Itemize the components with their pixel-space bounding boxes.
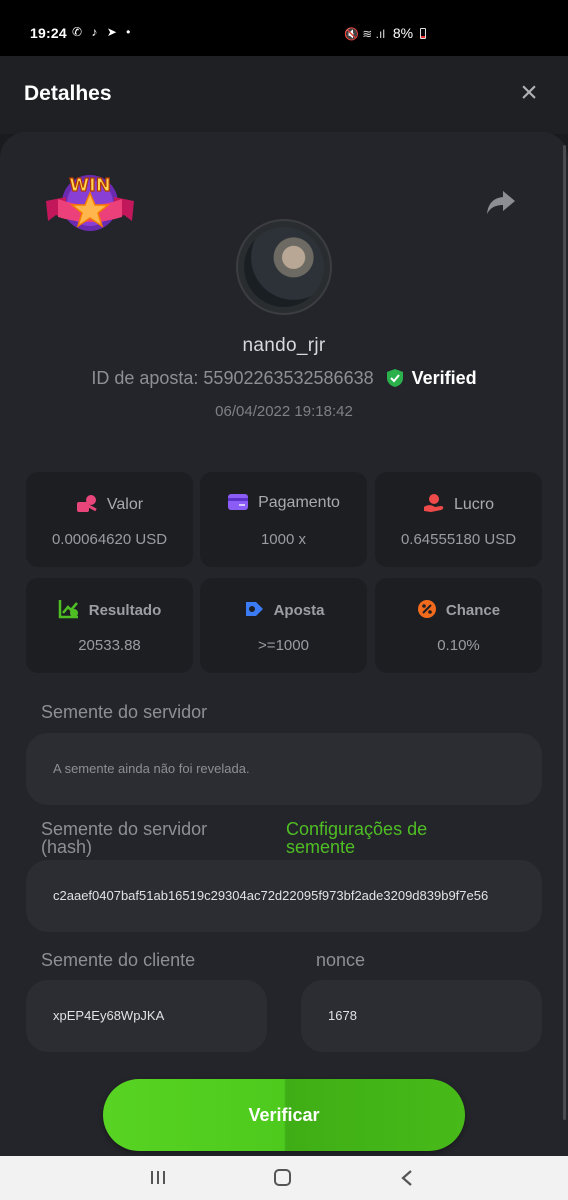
stat-value: 20533.88 <box>78 637 141 654</box>
server-seed-field[interactable]: A semente ainda não foi revelada. <box>26 733 542 805</box>
system-nav-bar <box>0 1156 568 1200</box>
stat-value: 1000 x <box>260 531 307 548</box>
server-seed-hash-label: Semente do servidor (hash) <box>41 819 208 857</box>
win-badge-text: WIN <box>69 175 111 196</box>
stat-card-valor: Valor 0.00064620 USD <box>26 472 193 567</box>
page-title: Detalhes <box>24 82 112 105</box>
stat-card-resultado: Resultado 20533.88 <box>26 578 193 673</box>
server-seed-hash-field[interactable]: c2aaef0407baf51ab16519c29304ac72d22095f9… <box>26 860 542 932</box>
payout-card-icon <box>228 494 249 510</box>
home-icon[interactable] <box>274 1169 291 1186</box>
stat-label: Pagamento <box>258 494 340 511</box>
verified-label: Verified <box>411 368 477 388</box>
avatar <box>236 219 332 315</box>
back-icon[interactable] <box>400 1169 414 1187</box>
stat-label: Valor <box>106 496 144 513</box>
stat-label: Lucro <box>453 496 495 513</box>
verified-shield-icon <box>386 369 403 387</box>
win-badge-icon: WIN <box>46 174 134 231</box>
bet-id-label: ID de aposta: <box>91 368 199 388</box>
stat-card-aposta: Aposta >=1000 <box>200 578 367 673</box>
status-bar: 19:24 ✆ ♪ ➤ • 🔇 ≋ .ıl 8% <box>0 0 568 56</box>
notification-icons: ✆ ♪ ➤ • <box>72 25 134 39</box>
result-chart-icon <box>58 600 78 619</box>
battery-icon <box>420 28 426 39</box>
share-icon[interactable] <box>484 184 518 218</box>
profit-hand-icon <box>423 494 444 512</box>
recent-apps-icon[interactable] <box>150 1170 166 1185</box>
target-tag-icon <box>245 602 263 616</box>
stat-value: 0.10% <box>437 637 480 654</box>
username: nando_rjr <box>242 335 326 356</box>
nonce-label: nonce <box>316 950 366 970</box>
stat-label: Aposta <box>273 602 325 619</box>
battery-percent: 8% <box>392 25 414 41</box>
scrollbar[interactable] <box>563 145 566 1120</box>
status-right: 🔇 ≋ .ıl 8% <box>344 25 426 41</box>
stat-value: 0.64555180 USD <box>400 531 517 548</box>
stat-card-lucro: Lucro 0.64555180 USD <box>375 472 542 567</box>
stat-value: >=1000 <box>258 637 309 654</box>
client-seed-field[interactable]: xpEP4Ey68WpJKA <box>26 980 267 1052</box>
bet-id: 55902263532586638 <box>203 368 374 388</box>
stat-card-pagamento: Pagamento 1000 x <box>200 472 367 567</box>
verify-button[interactable]: Verificar <box>103 1079 465 1151</box>
server-seed-label: Semente do servidor <box>41 702 208 722</box>
bet-date: 06/04/2022 19:18:42 <box>215 403 353 420</box>
bet-amount-icon <box>76 495 97 512</box>
bet-id-row: ID de aposta: 55902263532586638 Verified <box>0 368 568 389</box>
signal-icons: 🔇 ≋ .ıl <box>343 27 385 41</box>
header: Detalhes × <box>0 56 568 134</box>
client-seed-label: Semente do cliente <box>41 950 196 970</box>
close-icon[interactable]: × <box>516 78 542 108</box>
stat-label: Resultado <box>88 602 162 619</box>
nonce-field[interactable]: 1678 <box>301 980 542 1052</box>
stat-card-chance: Chance 0.10% <box>375 578 542 673</box>
stat-value: 0.00064620 USD <box>51 531 168 548</box>
status-time: 19:24 <box>30 25 67 41</box>
seed-settings-link[interactable]: Configurações de semente <box>286 820 427 856</box>
percent-icon <box>417 600 436 618</box>
stat-label: Chance <box>445 602 501 619</box>
